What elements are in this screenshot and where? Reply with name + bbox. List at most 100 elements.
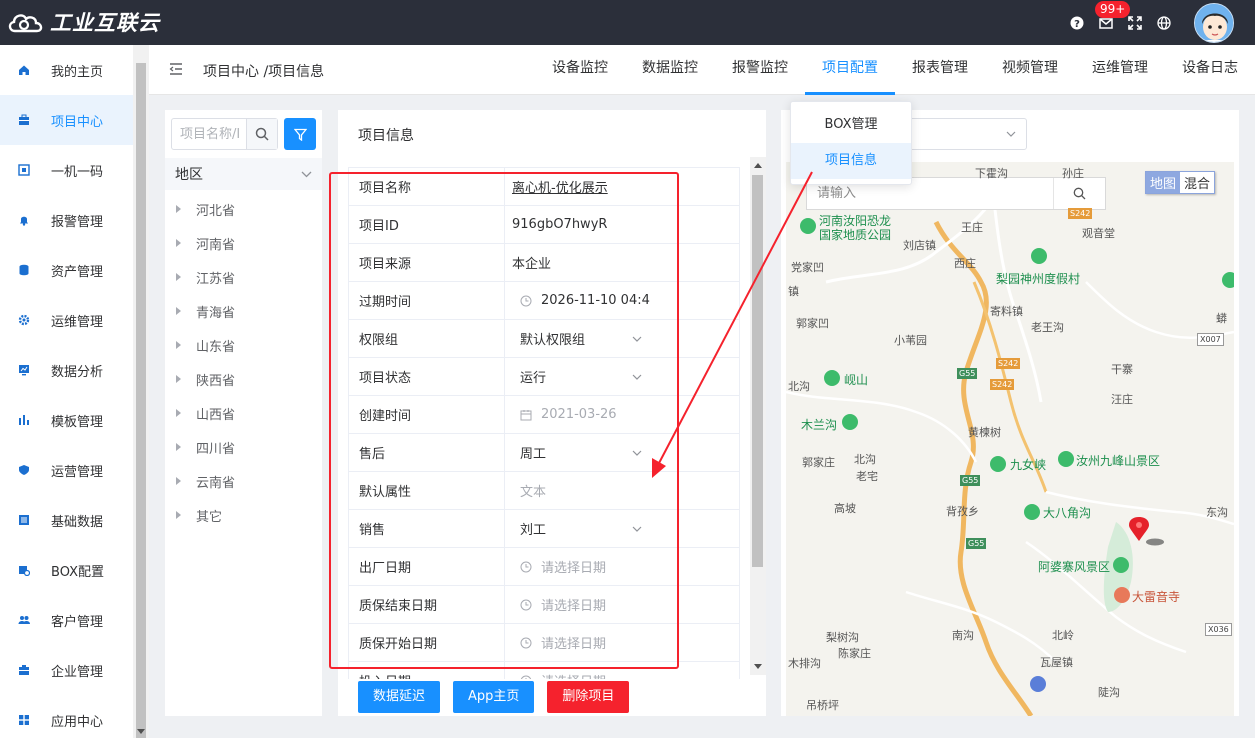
map-canvas[interactable]: 地图 混合 下霍沟 孙庄 河南汝阳恐龙 国家地质公园 王庄 刘店镇 观音堂 党家… — [786, 162, 1234, 716]
tab-alarm-monitor[interactable]: 报警监控 — [715, 45, 805, 95]
region-item-sichuan[interactable]: 四川省 — [165, 430, 322, 464]
region-item-label: 山东省 — [196, 339, 236, 355]
resort-icon[interactable] — [1031, 248, 1047, 264]
region-item-label: 江苏省 — [196, 271, 236, 287]
sidebar-item-asset[interactable]: 资产管理 — [0, 245, 133, 295]
scenic-spot-icon[interactable] — [990, 456, 1006, 472]
sidebar-item-label: 一机一码 — [51, 164, 104, 180]
app-logo[interactable]: 工业互联云 — [6, 6, 160, 38]
map-type-hybrid[interactable]: 混合 — [1180, 172, 1214, 193]
map-label: 蟒 — [1216, 312, 1227, 325]
dropdown-item-box-manage[interactable]: BOX管理 — [791, 107, 911, 143]
building-icon — [18, 664, 30, 676]
tab-video[interactable]: 视频管理 — [985, 45, 1075, 95]
delete-project-button[interactable]: 删除项目 — [547, 681, 630, 713]
map-label: 吊桥坪 — [806, 699, 839, 712]
region-item-label: 青海省 — [196, 305, 236, 321]
scenic-spot-icon[interactable] — [1113, 557, 1129, 573]
map-region-select[interactable] — [909, 118, 1027, 150]
tab-project-config[interactable]: 项目配置 — [805, 45, 895, 95]
data-delay-button[interactable]: 数据延迟 — [358, 681, 441, 713]
gear-icon — [18, 314, 30, 326]
panel-title: 项目信息 — [358, 128, 414, 144]
scenic-spot-icon[interactable] — [800, 218, 816, 234]
sidebar-item-alarm[interactable]: 报警管理 — [0, 195, 133, 245]
globe-icon[interactable] — [1149, 0, 1178, 45]
tab-data-monitor[interactable]: 数据监控 — [625, 45, 715, 95]
sidebar-item-data-analysis[interactable]: 数据分析 — [0, 345, 133, 395]
scrollbar-thumb[interactable] — [136, 63, 146, 738]
dropdown-item-project-info[interactable]: 项目信息 — [791, 143, 911, 179]
search-button[interactable] — [246, 119, 277, 149]
tab-device-monitor[interactable]: 设备监控 — [535, 45, 625, 95]
region-panel: 地区 河北省 河南省 江苏省 青海省 山东省 陕西省 山西省 四川省 云南省 其… — [165, 110, 322, 716]
info-scrollbar[interactable] — [750, 157, 766, 675]
map-label: 老王沟 — [1031, 321, 1064, 334]
region-item-jiangsu[interactable]: 江苏省 — [165, 260, 322, 294]
map-label: 大雷音寺 — [1132, 590, 1181, 604]
map-label: 梨园神州度假村 — [996, 272, 1081, 286]
sidebar-item-project-center[interactable]: 项目中心 — [0, 95, 133, 145]
app-home-button[interactable]: App主页 — [453, 681, 535, 713]
region-item-shanxi[interactable]: 山西省 — [165, 396, 322, 430]
region-item-yunnan[interactable]: 云南省 — [165, 464, 322, 498]
map-label: 东沟 — [1206, 506, 1228, 519]
temple-icon[interactable] — [1114, 587, 1130, 603]
region-item-shandong[interactable]: 山东省 — [165, 328, 322, 362]
mail-icon[interactable]: 99+ — [1091, 0, 1131, 45]
scenic-spot-icon[interactable] — [1058, 451, 1074, 467]
region-item-henan[interactable]: 河南省 — [165, 226, 322, 260]
sidebar-item-enterprise[interactable]: 企业管理 — [0, 645, 133, 695]
region-item-shaanxi[interactable]: 陕西省 — [165, 362, 322, 396]
tab-report[interactable]: 报表管理 — [895, 45, 985, 95]
scenic-spot-icon[interactable] — [1222, 272, 1234, 288]
sidebar-item-label: 我的主页 — [51, 64, 104, 80]
location-marker-icon[interactable] — [1129, 517, 1169, 549]
search-icon — [1073, 187, 1086, 200]
region-item-qinghai[interactable]: 青海省 — [165, 294, 322, 328]
sidebar-item-operation[interactable]: 运营管理 — [0, 445, 133, 495]
sidebar-item-customer[interactable]: 客户管理 — [0, 595, 133, 645]
sidebar-item-app-center[interactable]: 应用中心 — [0, 695, 133, 738]
region-header[interactable]: 地区 — [165, 158, 322, 190]
sidebar-item-template[interactable]: 模板管理 — [0, 395, 133, 445]
scroll-down-arrow-icon[interactable] — [754, 664, 762, 669]
region-item-other[interactable]: 其它 — [165, 498, 322, 532]
sidebar-item-home[interactable]: 我的主页 — [0, 45, 133, 95]
region-item-label: 山西省 — [196, 407, 236, 423]
map-label: 王庄 — [961, 221, 983, 234]
tab-maintenance[interactable]: 运维管理 — [1075, 45, 1165, 95]
menu-collapse-icon[interactable] — [169, 63, 183, 75]
scenic-spot-icon[interactable] — [1024, 504, 1040, 520]
sidebar-item-box-config[interactable]: BOX配置 — [0, 545, 133, 595]
scroll-down-arrow-icon[interactable] — [137, 729, 145, 734]
map-label: 梨树沟 — [826, 631, 859, 644]
logo-text: 工业互联云 — [50, 11, 160, 35]
user-avatar[interactable] — [1194, 2, 1234, 43]
map-label: 高坡 — [834, 502, 856, 515]
expand-arrow-icon — [176, 273, 181, 281]
scenic-spot-icon[interactable] — [842, 414, 858, 430]
scrollbar-thumb[interactable] — [752, 175, 763, 567]
project-config-dropdown: BOX管理 项目信息 — [790, 101, 912, 185]
map-search-button[interactable] — [1053, 178, 1105, 209]
scroll-up-arrow-icon[interactable] — [754, 163, 762, 168]
fullscreen-icon[interactable] — [1120, 0, 1149, 45]
sidebar-item-label: BOX配置 — [51, 564, 104, 580]
tab-device-log[interactable]: 设备日志 — [1165, 45, 1255, 95]
help-icon[interactable]: ? — [1062, 0, 1091, 45]
service-area-icon[interactable] — [1030, 676, 1046, 692]
sidebar-item-one-code[interactable]: 一机一码 — [0, 145, 133, 195]
road-tag: X007 — [1197, 333, 1224, 346]
filter-button[interactable] — [284, 118, 316, 150]
sidebar-item-basic-data[interactable]: 基础数据 — [0, 495, 133, 545]
project-search-input[interactable] — [172, 119, 246, 149]
map-type-map[interactable]: 地图 — [1146, 172, 1181, 193]
map-label: 干寨 — [1111, 363, 1133, 376]
sidebar-scrollbar[interactable] — [133, 45, 149, 738]
mountain-icon[interactable] — [824, 370, 840, 386]
map-label: 国家地质公园 — [819, 228, 892, 242]
sidebar-item-ops[interactable]: 运维管理 — [0, 295, 133, 345]
launch-date-picker[interactable]: 请选择日期 — [512, 671, 606, 679]
region-item-hebei[interactable]: 河北省 — [165, 192, 322, 226]
